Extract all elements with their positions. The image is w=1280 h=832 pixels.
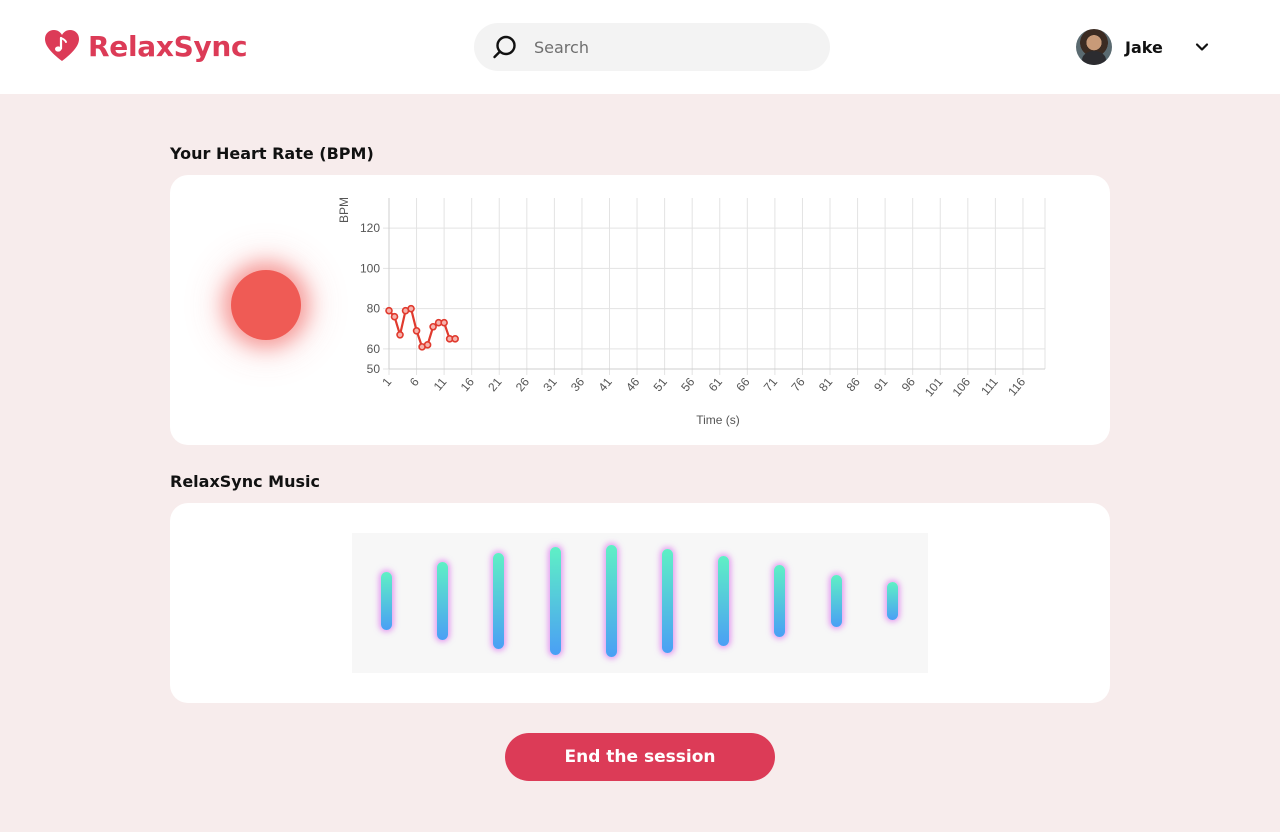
search-bar[interactable] xyxy=(474,23,830,71)
user-menu[interactable]: Jake xyxy=(1076,29,1211,65)
x-tick-label: 56 xyxy=(678,375,698,394)
app-logo[interactable]: RelaxSync xyxy=(44,28,248,64)
visualizer-bar xyxy=(381,572,392,630)
heart-rate-point xyxy=(412,326,421,335)
x-tick-label: 66 xyxy=(733,375,753,394)
heart-rate-card: 50 60 80 100 120 1 6 11 16 21 26 31 36 41 46 51 56 61 66 71… xyxy=(170,175,1110,445)
search-icon xyxy=(493,35,516,59)
heart-rate-point xyxy=(385,306,393,315)
x-tick-label: 116 xyxy=(1005,375,1028,399)
app-name: RelaxSync xyxy=(88,29,248,63)
x-tick-label: 96 xyxy=(899,375,919,394)
music-title: RelaxSync Music xyxy=(170,472,320,491)
heart-logo-icon xyxy=(45,30,79,61)
music-visualizer xyxy=(352,533,928,673)
x-tick-label: 86 xyxy=(844,375,864,394)
x-tick-label: 106 xyxy=(950,375,974,400)
visualizer-bar xyxy=(493,553,505,649)
y-tick-label: 120 xyxy=(360,221,380,235)
search-input[interactable] xyxy=(534,37,794,57)
visualizer-bar xyxy=(718,556,730,646)
heart-rate-line xyxy=(388,307,456,348)
x-tick-label: 6 xyxy=(407,375,422,389)
visualizer-bar xyxy=(437,562,449,640)
x-tick-label: 21 xyxy=(485,375,505,394)
x-tick-label: 46 xyxy=(623,375,643,394)
heart-rate-title: Your Heart Rate (BPM) xyxy=(170,144,374,163)
visualizer-bar xyxy=(830,574,842,628)
x-axis-title: Time (s) xyxy=(696,413,740,427)
x-tick-label: 16 xyxy=(458,375,478,394)
heartbeat-pulse-indicator xyxy=(231,270,301,340)
x-tick-label: 41 xyxy=(595,375,615,394)
x-tick-label: 1 xyxy=(379,375,394,389)
heart-rate-point xyxy=(451,335,459,343)
x-tick-label: 36 xyxy=(568,375,588,394)
x-tick-label: 31 xyxy=(540,375,560,394)
y-tick-label: 100 xyxy=(360,261,380,275)
y-tick-label: 80 xyxy=(367,302,381,316)
user-name: Jake xyxy=(1125,37,1163,57)
heart-rate-point xyxy=(440,318,448,327)
x-tick-label: 91 xyxy=(871,375,891,394)
y-tick-label: 60 xyxy=(367,342,381,356)
avatar[interactable] xyxy=(1076,29,1112,65)
visualizer-bar xyxy=(549,547,561,655)
x-tick-label: 71 xyxy=(761,375,781,394)
visualizer-bar xyxy=(605,545,617,657)
chevron-down-icon[interactable] xyxy=(1193,38,1211,56)
visualizer-bar xyxy=(886,582,898,620)
x-tick-label: 101 xyxy=(922,375,946,400)
heart-rate-point xyxy=(390,312,399,321)
heart-rate-point xyxy=(423,341,432,349)
x-tick-label: 51 xyxy=(651,375,671,394)
x-tick-label: 76 xyxy=(788,375,808,394)
y-tick-label: 50 xyxy=(367,362,381,376)
heart-rate-chart: 5060801001201 6 11 16 21 26 31 36 41 46 51 56 61 66 71… xyxy=(337,197,1046,427)
visualizer-bar xyxy=(774,565,786,637)
x-tick-label: 61 xyxy=(706,375,726,394)
x-tick-label: 26 xyxy=(513,375,533,394)
end-session-button[interactable]: End the session xyxy=(505,733,775,781)
heart-rate-point xyxy=(407,304,415,313)
top-bar: RelaxSync Jake xyxy=(0,0,1280,94)
visualizer-bar xyxy=(662,548,673,654)
heart-rate-point xyxy=(429,322,437,331)
y-axis-title: BPM xyxy=(337,197,351,223)
x-tick-label: 11 xyxy=(431,375,450,394)
x-tick-label: 81 xyxy=(816,375,836,394)
heart-rate-point xyxy=(396,331,404,339)
music-card xyxy=(170,503,1110,703)
x-tick-label: 111 xyxy=(978,375,1001,398)
